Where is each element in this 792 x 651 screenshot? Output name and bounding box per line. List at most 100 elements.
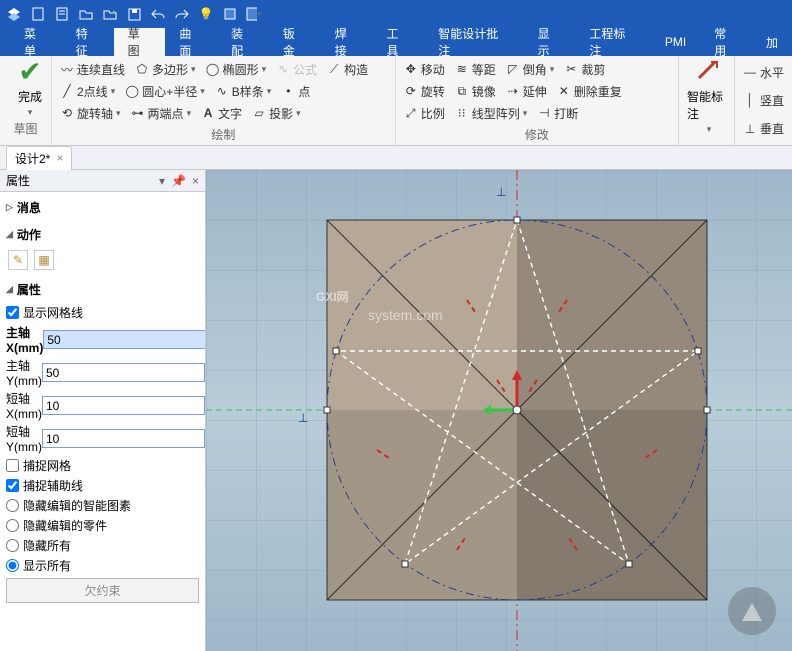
cmd-trim[interactable]: ✂裁剪 <box>564 61 605 78</box>
trim-icon: ✂ <box>564 62 578 76</box>
major-x-input[interactable] <box>43 330 205 349</box>
radio-label: 隐藏编辑的零件 <box>23 517 107 534</box>
menu-add[interactable]: 加 <box>752 28 792 56</box>
snap-grid-checkbox[interactable] <box>6 459 19 472</box>
hide-parts-radio[interactable] <box>6 519 19 532</box>
menu-main[interactable]: 菜单 <box>10 28 62 56</box>
cmd-mirror[interactable]: ⧉镜像 <box>455 83 496 100</box>
menu-sheetmetal[interactable]: 钣金 <box>269 28 321 56</box>
cmd-rotate[interactable]: ⟳旋转 <box>404 83 445 100</box>
cmd-extend[interactable]: ⇢延伸 <box>506 83 547 100</box>
offset-icon: ≋ <box>455 62 469 76</box>
panel-dropdown-icon[interactable]: ▾ <box>159 174 165 188</box>
polygon-icon: ⬠ <box>135 62 149 76</box>
new-icon[interactable] <box>30 6 46 22</box>
smart-dim-button[interactable]: 智能标注 ▾ <box>687 58 731 135</box>
cmd-construct[interactable]: ⟋构造 <box>327 61 368 78</box>
cmd-project[interactable]: ▱投影▾ <box>252 105 301 122</box>
menu-display[interactable]: 显示 <box>524 28 576 56</box>
menu-common[interactable]: 常用 <box>700 28 752 56</box>
menu-eng-annot[interactable]: 工程标注 <box>575 28 651 56</box>
menu-surface[interactable]: 曲面 <box>165 28 217 56</box>
hide-smart-radio[interactable] <box>6 499 19 512</box>
cmd-text[interactable]: A文字 <box>201 105 242 122</box>
app-icon[interactable] <box>6 6 22 22</box>
cmd-polygon[interactable]: ⬠多边形▾ <box>135 61 196 78</box>
open-arrow-icon[interactable] <box>102 6 118 22</box>
star-icon[interactable]: ▾ <box>246 6 262 22</box>
document-tabs: 设计2* × <box>0 146 792 170</box>
save-icon[interactable] <box>126 6 142 22</box>
field-label: 短轴X(mm) <box>6 390 42 421</box>
radio-label: 隐藏所有 <box>23 537 71 554</box>
hide-all-radio[interactable] <box>6 539 19 552</box>
construct-icon: ⟋ <box>327 62 341 76</box>
cmd-pattern[interactable]: ⁝⁝线型阵列▾ <box>455 105 528 122</box>
expand-icon[interactable]: ▷ <box>6 202 13 213</box>
cmd-formula[interactable]: ∿公式 <box>276 61 317 78</box>
cmd-offset[interactable]: ≋等距 <box>455 61 496 78</box>
cmd-vert[interactable]: │竖直 <box>743 92 784 109</box>
menu-smart-annot[interactable]: 智能设计批注 <box>424 28 523 56</box>
open-icon[interactable] <box>78 6 94 22</box>
show-grid-checkbox[interactable] <box>6 306 19 319</box>
cmd-ellipse[interactable]: ◯椭圆形▾ <box>206 61 267 78</box>
menu-feature[interactable]: 特征 <box>62 28 114 56</box>
cmd-horiz[interactable]: —水平 <box>743 64 784 81</box>
cmd-perp[interactable]: ⊥垂直 <box>743 120 784 137</box>
light-icon[interactable]: 💡 <box>198 6 214 22</box>
under-constraint-button[interactable]: 欠约束 <box>6 578 199 603</box>
show-grid-label: 显示网格线 <box>23 304 83 321</box>
collapse-icon[interactable]: ◢ <box>6 229 13 240</box>
cmd-bspline[interactable]: ∿B样条▾ <box>215 83 272 100</box>
check-icon: ✔ <box>18 58 41 86</box>
menu-pmi[interactable]: PMI <box>651 28 700 56</box>
cmd-endpoints[interactable]: ⊶两端点▾ <box>131 105 192 122</box>
extend-icon: ⇢ <box>506 84 520 98</box>
cmd-move[interactable]: ✥移动 <box>404 61 445 78</box>
doc-tab[interactable]: 设计2* × <box>6 146 72 170</box>
menu-assembly[interactable]: 装配 <box>217 28 269 56</box>
snap-guide-label: 捕捉辅助线 <box>23 477 83 494</box>
model-viewport[interactable]: ⊥ ⊥ GXI网 system.com <box>206 170 792 651</box>
cmd-2ptline[interactable]: ╱2点线▾ <box>60 83 115 100</box>
section-props: 属性 <box>17 281 41 298</box>
view-cube[interactable] <box>722 581 782 641</box>
close-icon[interactable]: × <box>56 151 63 165</box>
action-edit-icon[interactable]: ✎ <box>8 250 28 270</box>
cmd-point[interactable]: •点 <box>281 83 310 100</box>
snap-guide-checkbox[interactable] <box>6 479 19 492</box>
action-grid-icon[interactable]: ▦ <box>34 250 54 270</box>
finish-button[interactable]: ✔ 完成 ▾ <box>8 58 52 118</box>
undo-icon[interactable] <box>150 6 166 22</box>
panel-title: 属性 <box>6 172 30 189</box>
scale-icon: ⤢ <box>404 106 418 120</box>
cmd-rotaxis[interactable]: ⟲旋转轴▾ <box>60 105 121 122</box>
horiz-icon: — <box>743 65 757 79</box>
menu-weld[interactable]: 焊接 <box>321 28 373 56</box>
cmd-polyline[interactable]: 〰连续直线 <box>60 61 125 78</box>
new-doc-icon[interactable] <box>54 6 70 22</box>
minor-y-input[interactable] <box>42 429 205 448</box>
cmd-circle[interactable]: ◯圆心+半径▾ <box>125 83 205 100</box>
vert-icon: │ <box>743 93 757 107</box>
cmd-break[interactable]: ⊣打断 <box>537 105 578 122</box>
cmd-scale[interactable]: ⤢比例 <box>404 105 445 122</box>
menu-sketch[interactable]: 草图 <box>114 28 166 56</box>
show-all-radio[interactable] <box>6 559 19 572</box>
circle-icon: ◯ <box>125 84 139 98</box>
move-icon: ✥ <box>404 62 418 76</box>
redo-icon[interactable] <box>174 6 190 22</box>
collapse-icon[interactable]: ◢ <box>6 284 13 295</box>
cmd-chamfer[interactable]: ◸倒角▾ <box>506 61 555 78</box>
axis-icon: ⟲ <box>60 106 74 120</box>
group-draw: 绘制 <box>60 124 387 143</box>
minor-x-input[interactable] <box>42 396 205 415</box>
major-y-input[interactable] <box>42 363 205 382</box>
sketch-canvas: ⊥ ⊥ <box>206 170 792 651</box>
cmd-deldupe[interactable]: ✕删除重复 <box>557 83 622 100</box>
menu-tools[interactable]: 工具 <box>372 28 424 56</box>
layers-icon[interactable] <box>222 6 238 22</box>
panel-pin-icon[interactable]: 📌 <box>171 174 186 188</box>
panel-close-icon[interactable]: × <box>192 174 199 188</box>
